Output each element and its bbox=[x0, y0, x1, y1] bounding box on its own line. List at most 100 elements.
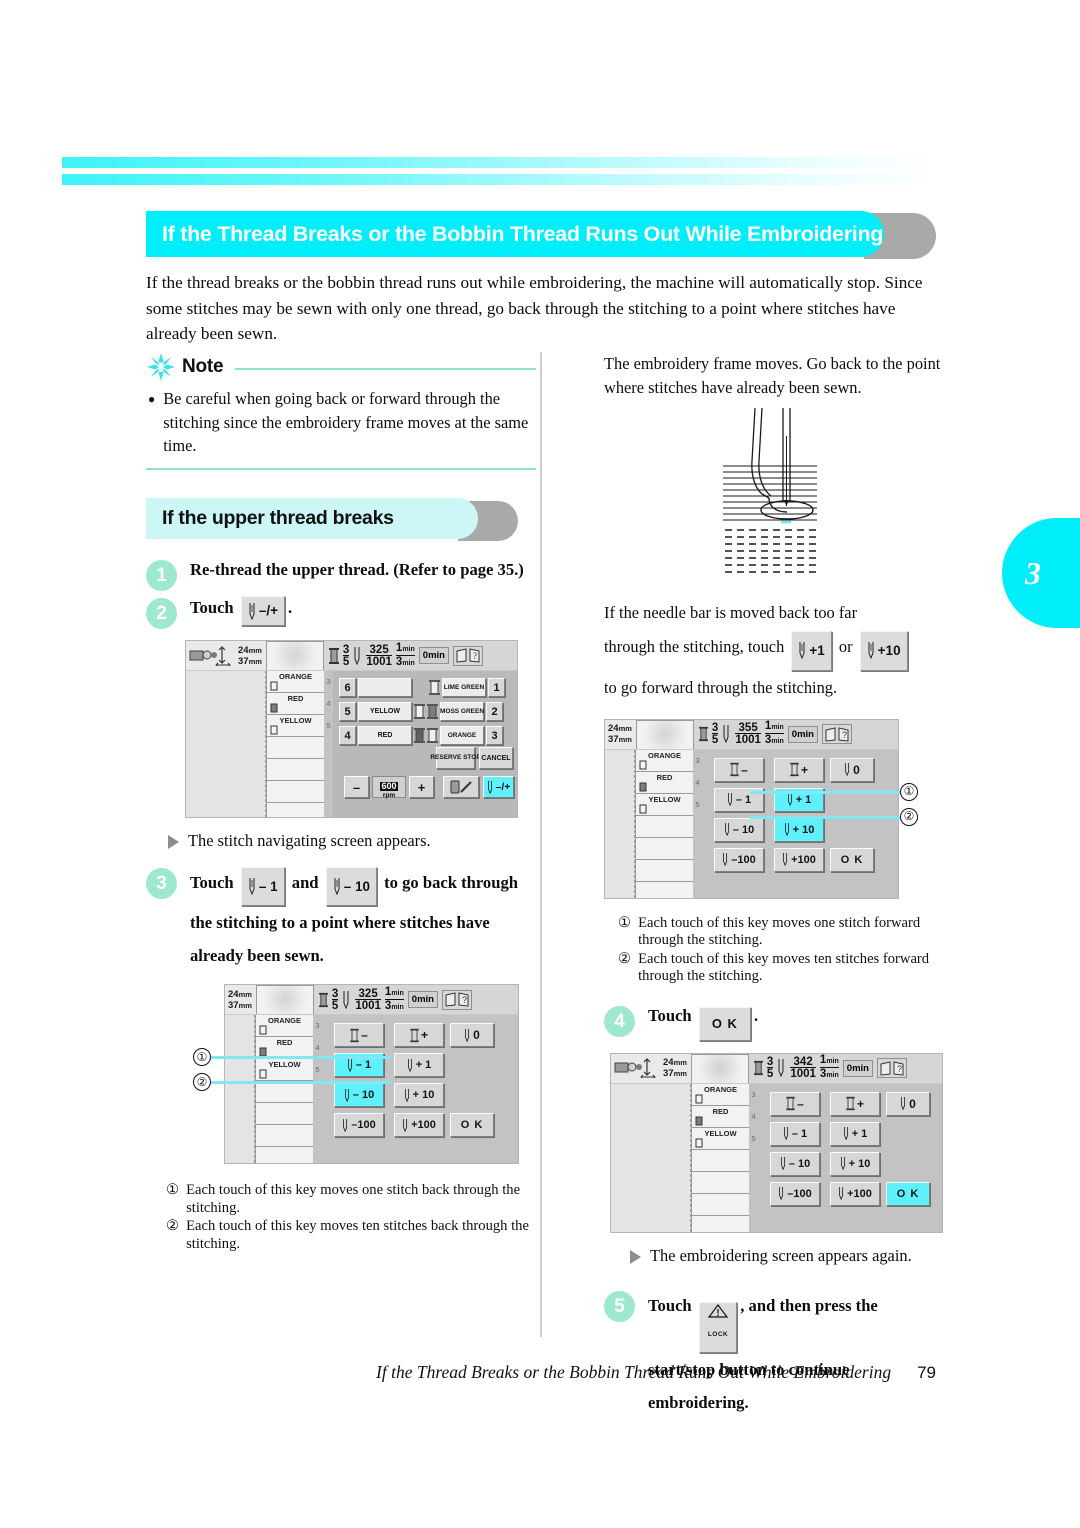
needle-color-slot[interactable]: YELLOW bbox=[358, 702, 412, 721]
help-guide-icon[interactable]: ? bbox=[441, 989, 472, 1010]
design-dimensions: 24mm 37mm bbox=[663, 1057, 687, 1080]
stitch-nav-key[interactable]: –/+ bbox=[240, 596, 285, 626]
help-guide-icon[interactable]: ? bbox=[452, 645, 483, 666]
design-canvas[interactable] bbox=[186, 671, 266, 817]
design-canvas[interactable] bbox=[605, 749, 635, 898]
thread-color-list[interactable]: ORANGE RED YELLOW bbox=[691, 1083, 749, 1232]
stitch-plus-1-button[interactable]: + 1 bbox=[830, 1121, 880, 1146]
stitch-plus-10-button[interactable]: + 10 bbox=[830, 1151, 880, 1176]
nav-forward-screen[interactable]: 24mm 37mm 3 5 355 1001 1min 3min 0min ? … bbox=[604, 718, 899, 899]
thread-list-item[interactable] bbox=[636, 838, 693, 860]
thread-list-item[interactable]: RED bbox=[636, 772, 693, 794]
thread-list-item[interactable] bbox=[267, 781, 324, 803]
lock-key[interactable]: LOCK bbox=[698, 1301, 738, 1353]
reserve-stop-button[interactable]: RESERVE STOP bbox=[430, 747, 481, 769]
spool-icon bbox=[259, 1025, 267, 1035]
nav-ok-screen[interactable]: 24mm 37mm 3 5 342 1001 1min 3min 0min ? … bbox=[610, 1052, 943, 1233]
thread-list-item[interactable]: ORANGE bbox=[692, 1084, 749, 1106]
thread-color-list[interactable]: ORANGE RED YELLOW bbox=[255, 1015, 313, 1163]
stitch-minus-10-button[interactable]: – 10 bbox=[714, 817, 764, 842]
stitch-zero-button[interactable]: 0 bbox=[830, 757, 874, 782]
color-back-button[interactable]: – bbox=[714, 757, 764, 782]
speed-increase-button[interactable]: + bbox=[409, 776, 434, 798]
embroidering-screen[interactable]: 24mm 37mm 3 5 325 1001 1min 3min 0min ? … bbox=[185, 640, 518, 818]
design-canvas[interactable] bbox=[611, 1083, 691, 1232]
stitch-plus-100-button[interactable]: +100 bbox=[830, 1181, 880, 1206]
stitch-plus-10-button[interactable]: + 10 bbox=[774, 817, 824, 842]
speed-decrease-button[interactable]: – bbox=[344, 776, 369, 798]
needle-number[interactable]: 6 bbox=[339, 678, 356, 697]
thread-list-item[interactable] bbox=[267, 737, 324, 759]
stitch-plus-10-button[interactable]: + 10 bbox=[394, 1083, 444, 1107]
thread-list-item[interactable] bbox=[636, 860, 693, 882]
stitch-minus-100-button[interactable]: –100 bbox=[334, 1113, 384, 1137]
cancel-button[interactable]: CANCEL bbox=[479, 747, 513, 769]
stitch-plus-1-button[interactable]: + 1 bbox=[394, 1053, 444, 1077]
thread-list-item[interactable] bbox=[256, 1081, 313, 1103]
thread-list-item[interactable] bbox=[692, 1150, 749, 1172]
thread-color-list[interactable]: ORANGE RED YELLOW bbox=[635, 749, 693, 898]
caption-number: ① bbox=[166, 1182, 180, 1198]
thread-list-item[interactable]: RED bbox=[267, 693, 324, 715]
thread-list-item[interactable]: RED bbox=[692, 1106, 749, 1128]
color-back-button[interactable]: – bbox=[334, 1023, 384, 1047]
needle-color-slot[interactable]: RED bbox=[358, 726, 412, 745]
thread-list-item[interactable] bbox=[256, 1103, 313, 1125]
design-size-indicator: 24mm 37mm bbox=[186, 641, 266, 670]
caption-row: ② Each touch of this key moves ten stitc… bbox=[618, 951, 944, 986]
lock-key-label: LOCK bbox=[707, 1330, 729, 1338]
needle-number[interactable]: 5 bbox=[339, 702, 356, 721]
thread-list-item[interactable]: ORANGE bbox=[267, 671, 324, 693]
minus-one-key[interactable]: – 1 bbox=[240, 867, 285, 906]
bobbin-wind-button[interactable] bbox=[443, 776, 479, 798]
needle-color-name[interactable]: LIME GREEN bbox=[442, 678, 486, 697]
thread-list-item[interactable] bbox=[267, 759, 324, 781]
color-back-button[interactable]: – bbox=[770, 1091, 820, 1116]
plus-one-key[interactable]: +1 bbox=[791, 630, 832, 671]
color-forward-button[interactable]: + bbox=[394, 1023, 444, 1047]
thread-list-item[interactable]: YELLOW bbox=[692, 1128, 749, 1150]
thread-list-item[interactable] bbox=[636, 816, 693, 838]
stitch-zero-button[interactable]: 0 bbox=[886, 1091, 930, 1116]
needle-number[interactable]: 1 bbox=[488, 678, 505, 697]
stitch-minus-100-button[interactable]: –100 bbox=[714, 847, 764, 872]
ok-button[interactable]: O K bbox=[830, 847, 874, 872]
design-canvas[interactable] bbox=[225, 1015, 255, 1163]
ok-key[interactable]: O K bbox=[698, 1006, 751, 1041]
needle-number[interactable]: 4 bbox=[339, 726, 356, 745]
thread-list-item[interactable] bbox=[256, 1125, 313, 1147]
needle-color-name[interactable]: ORANGE bbox=[440, 726, 484, 745]
stitch-plus-100-button[interactable]: +100 bbox=[394, 1113, 444, 1137]
needle-number[interactable]: 3 bbox=[486, 726, 503, 745]
stitch-zero-button[interactable]: 0 bbox=[450, 1023, 494, 1047]
help-guide-icon[interactable]: ? bbox=[876, 1058, 907, 1079]
nav-back-figure: ① ② 24mm 37mm 3 5 325 1001 1min 3min 0mi… bbox=[146, 984, 536, 1170]
needle-color-name[interactable]: MOSS GREEN bbox=[440, 702, 484, 721]
stitch-minus-100-button[interactable]: –100 bbox=[770, 1181, 820, 1206]
thread-list-item[interactable]: YELLOW bbox=[256, 1059, 313, 1081]
stitch-minus-1-button[interactable]: – 1 bbox=[770, 1121, 820, 1146]
color-forward-button[interactable]: + bbox=[830, 1091, 880, 1116]
thread-color-list[interactable]: ORANGE RED YELLOW bbox=[266, 671, 324, 817]
stitch-minus-10-button[interactable]: – 10 bbox=[770, 1151, 820, 1176]
thread-list-item[interactable] bbox=[692, 1172, 749, 1194]
caption-list-back: ① Each touch of this key moves one stitc… bbox=[146, 1182, 536, 1253]
thread-list-item[interactable]: ORANGE bbox=[636, 750, 693, 772]
plus-ten-key[interactable]: +10 bbox=[859, 630, 908, 671]
stitch-nav-button[interactable]: –/+ bbox=[483, 776, 514, 798]
needle-number[interactable]: 2 bbox=[486, 702, 503, 721]
thread-list-item[interactable]: YELLOW bbox=[636, 794, 693, 816]
ok-button[interactable]: O K bbox=[886, 1181, 930, 1206]
thread-list-item[interactable] bbox=[692, 1194, 749, 1216]
help-guide-icon[interactable]: ? bbox=[821, 724, 852, 744]
needle-color-slot[interactable] bbox=[358, 678, 412, 697]
spool-icon bbox=[786, 1097, 795, 1111]
nav-back-screen[interactable]: 24mm 37mm 3 5 325 1001 1min 3min 0min ? … bbox=[224, 984, 519, 1164]
thread-list-item[interactable]: ORANGE bbox=[256, 1015, 313, 1037]
thread-list-item[interactable]: YELLOW bbox=[267, 715, 324, 737]
stitch-plus-100-button[interactable]: +100 bbox=[774, 847, 824, 872]
color-forward-button[interactable]: + bbox=[774, 757, 824, 782]
stitch-minus-10-button[interactable]: – 10 bbox=[334, 1083, 384, 1107]
minus-ten-key[interactable]: – 10 bbox=[325, 867, 377, 906]
ok-button[interactable]: O K bbox=[450, 1113, 494, 1137]
